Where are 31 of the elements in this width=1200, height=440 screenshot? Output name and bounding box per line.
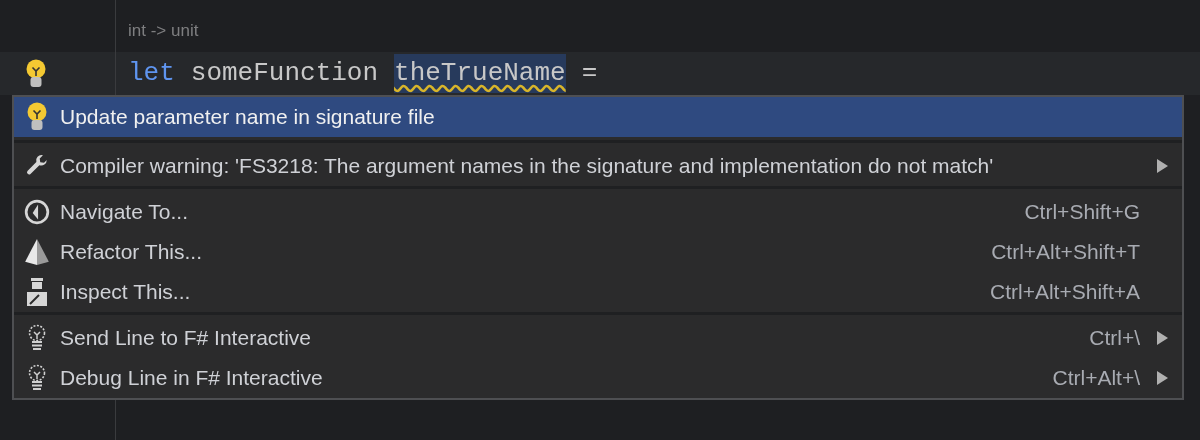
menu-item-label: Refactor This... xyxy=(60,239,202,266)
code-token: let xyxy=(128,57,175,90)
outline-bulb-icon xyxy=(26,324,48,352)
lightbulb-icon xyxy=(25,102,49,132)
shortcut-label: Ctrl+Shift+G xyxy=(1024,199,1140,226)
menu-item[interactable]: Refactor This... Ctrl+Alt+Shift+T xyxy=(14,232,1182,272)
compass-icon xyxy=(24,199,50,225)
pyramid-icon xyxy=(24,238,50,266)
menu-item-label: Debug Line in F# Interactive xyxy=(60,365,323,392)
shortcut-label: Ctrl+Alt+Shift+A xyxy=(990,279,1140,306)
outline-bulb-icon xyxy=(26,364,48,392)
menu-item-label: Inspect This... xyxy=(60,279,191,306)
menu-item[interactable]: Compiler warning: 'FS3218: The argument names in the signature and implementation do not match' xyxy=(14,146,1182,186)
code-token: someFunction xyxy=(190,57,379,90)
lightbulb-icon xyxy=(24,58,48,89)
menu-item[interactable]: Navigate To... Ctrl+Shift+G xyxy=(14,192,1182,232)
menu-item[interactable]: Inspect This... Ctrl+Alt+Shift+A xyxy=(14,272,1182,312)
shortcut-label: Ctrl+Alt+\ xyxy=(1052,365,1140,392)
menu-item-label: Send Line to F# Interactive xyxy=(60,325,311,352)
menu-item-label: Navigate To... xyxy=(60,199,189,226)
menu-item-label: Compiler warning: 'FS3218: The argument names in the signature and implementation do not match' xyxy=(60,153,994,180)
menu-item[interactable]: Debug Line in F# Interactive Ctrl+Alt+\ xyxy=(14,358,1182,398)
type-hint: int -> unit xyxy=(128,20,199,43)
menu-item[interactable]: Send Line to F# Interactive Ctrl+\ xyxy=(14,318,1182,358)
code-token: = xyxy=(581,57,598,90)
code-token: theTrueName xyxy=(394,54,566,93)
menu-item-label: Update parameter name in signature file xyxy=(60,104,435,131)
shortcut-label: Ctrl+\ xyxy=(1089,325,1140,352)
inspector-icon xyxy=(25,277,49,307)
menu-item[interactable]: Update parameter name in signature file xyxy=(14,97,1182,137)
shortcut-label: Ctrl+Alt+Shift+T xyxy=(991,239,1140,266)
